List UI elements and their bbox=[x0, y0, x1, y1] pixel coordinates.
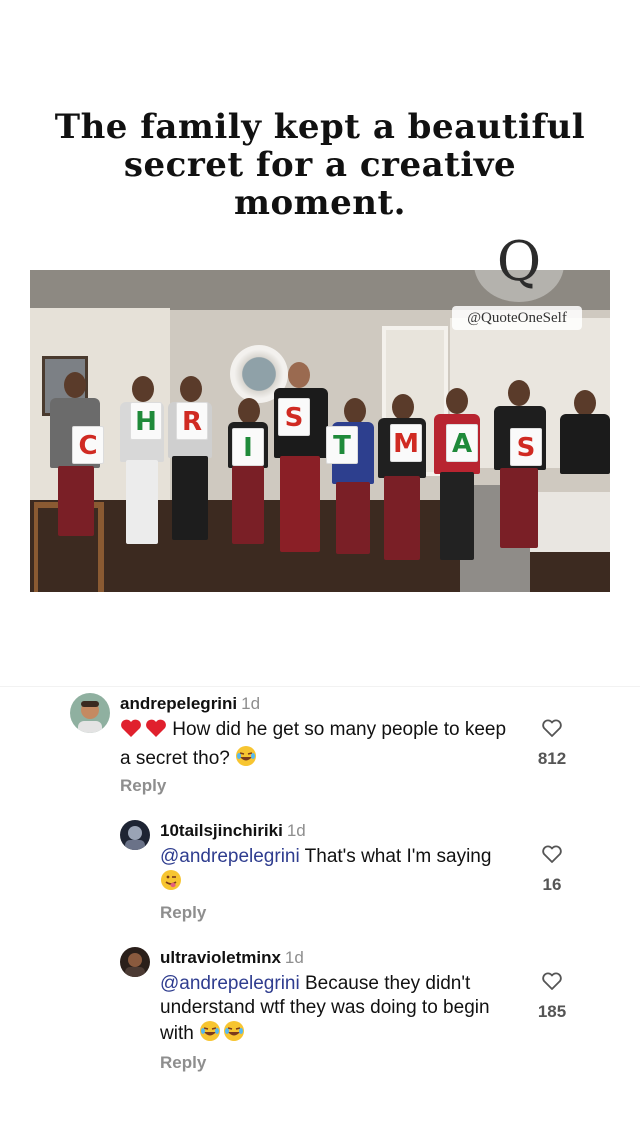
red-heart-icon bbox=[120, 718, 142, 745]
like-count: 185 bbox=[537, 1002, 567, 1021]
username-text[interactable]: ultravioletminx bbox=[160, 948, 281, 967]
like-count: 812 bbox=[537, 749, 567, 768]
comment-text: @andrepelegrini Because they didn't unde… bbox=[160, 972, 520, 1049]
post-headline: The family kept a beautiful secret for a… bbox=[54, 107, 586, 223]
comment-time: 1d bbox=[284, 948, 304, 967]
watermark-handle: @QuoteOneSelf bbox=[452, 306, 582, 330]
laughing-face-icon bbox=[235, 745, 257, 774]
laughing-face-icon bbox=[223, 1020, 245, 1049]
heart-outline-icon[interactable] bbox=[541, 719, 563, 742]
letter-card: T bbox=[326, 426, 358, 464]
username-text[interactable]: 10tailsjinchiriki bbox=[160, 821, 283, 840]
comment-username[interactable]: ultravioletminx 1d bbox=[160, 948, 304, 968]
avatar[interactable] bbox=[120, 947, 150, 977]
reply-button[interactable]: Reply bbox=[160, 1053, 206, 1073]
heart-outline-icon[interactable] bbox=[541, 972, 563, 995]
comment-username[interactable]: 10tailsjinchiriki 1d bbox=[160, 821, 306, 841]
letter-card: A bbox=[446, 424, 478, 462]
avatar[interactable] bbox=[70, 693, 110, 733]
letter-card: M bbox=[390, 424, 422, 462]
username-text[interactable]: andrepelegrini bbox=[120, 694, 237, 713]
comment-body: How did he get so many people to keep a … bbox=[120, 719, 507, 769]
letter-card: S bbox=[278, 398, 310, 436]
comment-username[interactable]: andrepelegrini 1d bbox=[120, 694, 260, 714]
mention-link[interactable]: @andrepelegrini bbox=[160, 973, 300, 994]
like-control: 185 bbox=[527, 971, 577, 1022]
mention-link[interactable]: @andrepelegrini bbox=[160, 846, 300, 867]
reply-button[interactable]: Reply bbox=[120, 776, 166, 796]
like-count: 16 bbox=[542, 875, 562, 894]
like-control: 812 bbox=[527, 718, 577, 769]
letter-card: I bbox=[232, 428, 264, 466]
letter-card: H bbox=[130, 402, 162, 440]
laughing-face-icon bbox=[199, 1020, 221, 1049]
letter-card: S bbox=[510, 428, 542, 466]
comment-text: @andrepelegrini That's what I'm saying bbox=[160, 845, 500, 898]
heart-outline-icon[interactable] bbox=[541, 845, 563, 868]
comment-time: 1d bbox=[241, 694, 261, 713]
letter-card: C bbox=[72, 426, 104, 464]
avatar[interactable] bbox=[120, 820, 150, 850]
comments-divider bbox=[0, 686, 640, 687]
comment-text: How did he get so many people to keep a … bbox=[120, 718, 520, 774]
watermark-q-icon: Q bbox=[496, 230, 542, 293]
winking-tongue-face-icon bbox=[160, 869, 182, 898]
reply-button[interactable]: Reply bbox=[160, 903, 206, 923]
red-heart-icon bbox=[145, 718, 167, 745]
comment-body: That's what I'm saying bbox=[304, 846, 492, 867]
letter-card: R bbox=[176, 402, 208, 440]
comment-time: 1d bbox=[286, 821, 306, 840]
like-control: 16 bbox=[527, 844, 577, 895]
